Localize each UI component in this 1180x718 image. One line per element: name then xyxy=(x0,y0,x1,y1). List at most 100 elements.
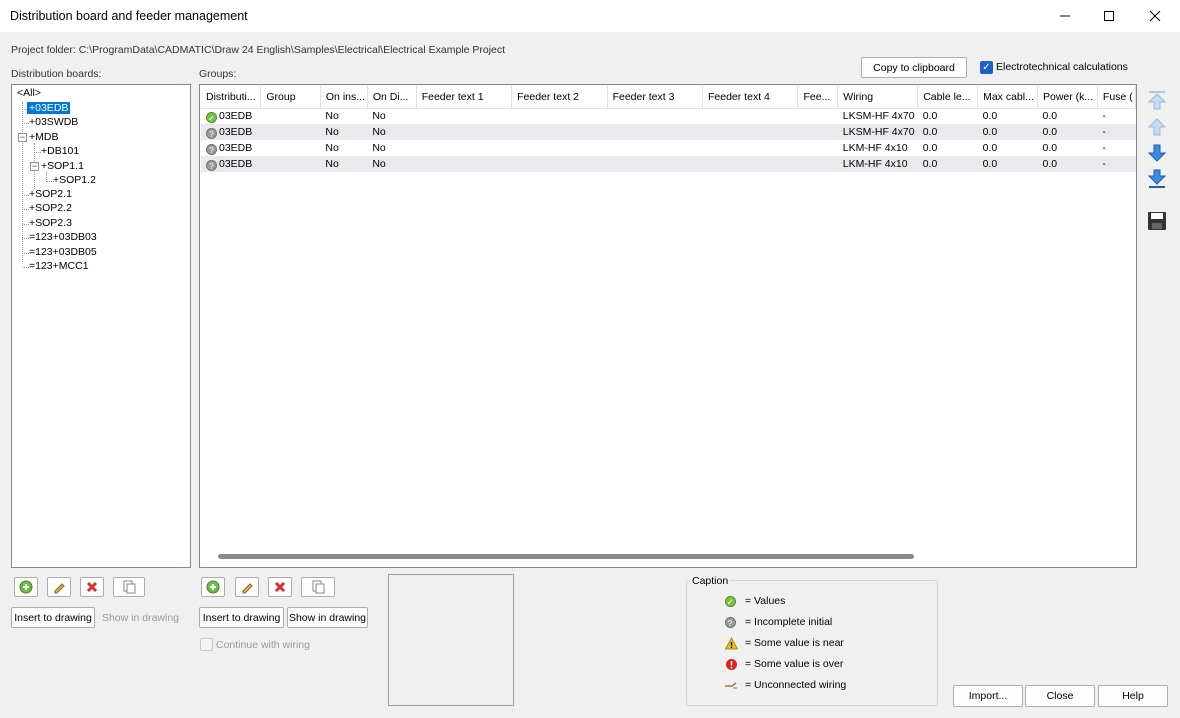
cell-on-di: No xyxy=(367,156,417,172)
column-header[interactable]: Fuse ( xyxy=(1097,86,1136,109)
move-bottom-button[interactable] xyxy=(1145,167,1169,191)
distribution-board-tree[interactable]: <All> +03EDB +03SWDB − +MDB +DB101 − +SO… xyxy=(11,84,191,568)
cell-cable-length: 0.0 xyxy=(917,124,978,140)
caption-over-row: = Some value is over xyxy=(724,656,843,672)
tree-item-db101[interactable]: +DB101 xyxy=(41,145,79,157)
table-row[interactable]: ✓ 03EDB No No LKSM-HF 4x70 0.0 0.0 0.0 - xyxy=(201,108,1136,124)
add-icon xyxy=(19,580,33,594)
tree-item-03swdb[interactable]: +03SWDB xyxy=(29,116,78,128)
cell-on-di: No xyxy=(367,124,417,140)
column-header[interactable]: Fee... xyxy=(797,86,839,109)
tree-item-sop23[interactable]: +SOP2.3 xyxy=(29,217,72,229)
help-button[interactable]: Help xyxy=(1098,685,1168,707)
column-header[interactable]: Feeder text 3 xyxy=(607,86,704,109)
error-icon xyxy=(725,658,737,670)
caption-incomplete-text: = Incomplete initial xyxy=(745,616,833,628)
cell-on-ins: No xyxy=(325,110,339,123)
board-insert-to-drawing-button[interactable]: Insert to drawing xyxy=(11,607,95,628)
save-icon xyxy=(1148,212,1166,230)
groups-label: Groups: xyxy=(199,68,237,80)
cell-distribution: 03EDB xyxy=(219,141,253,154)
column-header[interactable]: Feeder text 2 xyxy=(511,86,608,109)
column-header[interactable]: Cable le... xyxy=(917,86,979,109)
incomplete-status-icon: ? xyxy=(206,143,217,155)
copy-to-clipboard-button[interactable]: Copy to clipboard xyxy=(861,57,967,78)
continue-with-wiring-checkbox[interactable] xyxy=(200,638,213,651)
caption-values-row: ✓ = Values xyxy=(724,593,785,609)
group-show-in-drawing-button[interactable]: Show in drawing xyxy=(287,607,368,628)
project-folder-label: Project folder: C:\ProgramData\CADMATIC\… xyxy=(11,44,506,56)
cell-max-cable: 0.0 xyxy=(982,110,998,123)
column-header[interactable]: Wiring xyxy=(837,86,919,109)
column-header[interactable]: On Di... xyxy=(367,86,417,109)
group-insert-to-drawing-button[interactable]: Insert to drawing xyxy=(199,607,284,628)
edit-board-button[interactable] xyxy=(47,577,71,597)
tree-item-sop12[interactable]: +SOP1.2 xyxy=(53,174,96,186)
tree-item-sop11[interactable]: +SOP1.1 xyxy=(41,160,84,172)
tree-item-all[interactable]: <All> xyxy=(17,87,41,99)
board-show-in-drawing-button[interactable]: Show in drawing xyxy=(98,607,183,628)
cell-group xyxy=(261,108,321,124)
save-button[interactable] xyxy=(1145,209,1169,233)
add-board-button[interactable] xyxy=(14,577,38,597)
electrotechnical-calculations-label: Electrotechnical calculations xyxy=(996,61,1128,73)
cell-on-di: No xyxy=(372,110,386,123)
copy-icon xyxy=(312,580,325,594)
table-row[interactable]: ? 03EDB No No LKSM-HF 4x70 0.0 0.0 0.0 - xyxy=(201,124,1136,140)
column-header[interactable]: Max cabl... xyxy=(977,86,1038,109)
cell-distribution: 03EDB xyxy=(219,157,253,170)
minimize-button[interactable] xyxy=(1042,0,1088,32)
close-window-button[interactable] xyxy=(1132,0,1178,32)
horizontal-scrollbar[interactable] xyxy=(218,554,914,559)
cell-max-cable: 0.0 xyxy=(977,124,1038,140)
move-up-button[interactable] xyxy=(1145,115,1169,139)
cell-on-di: No xyxy=(372,142,386,154)
move-top-button[interactable] xyxy=(1145,88,1169,112)
groups-grid[interactable]: Distributi... Group On ins... On Di... F… xyxy=(199,84,1137,568)
copy-board-button[interactable] xyxy=(113,577,145,597)
edit-group-button[interactable] xyxy=(235,577,259,597)
tree-item-123-03db03[interactable]: =123+03DB03 xyxy=(29,231,97,243)
electrotechnical-calculations-checkbox[interactable]: ✓ xyxy=(980,61,993,74)
maximize-button[interactable] xyxy=(1086,0,1132,32)
tree-item-03edb[interactable]: +03EDB xyxy=(27,102,71,114)
add-group-button[interactable] xyxy=(201,577,225,597)
collapse-sop11-toggle[interactable]: − xyxy=(30,162,39,171)
collapse-mdb-toggle[interactable]: − xyxy=(18,133,27,142)
continue-with-wiring-label: Continue with wiring xyxy=(216,639,310,651)
column-header[interactable]: Power (k... xyxy=(1037,86,1098,109)
column-header[interactable]: Group xyxy=(260,86,321,109)
cell-wiring: LKSM-HF 4x70 xyxy=(837,124,918,140)
cell-group xyxy=(260,124,321,140)
column-header[interactable]: Feeder text 1 xyxy=(416,86,513,109)
copy-group-button[interactable] xyxy=(301,577,335,597)
move-down-button[interactable] xyxy=(1145,141,1169,165)
grid-header-row: Distributi... Group On ins... On Di... F… xyxy=(201,86,1136,109)
tree-item-mdb[interactable]: +MDB xyxy=(29,131,58,143)
preview-panel xyxy=(388,574,514,706)
column-header[interactable]: On ins... xyxy=(320,86,368,109)
tree-item-123-03db05[interactable]: =123+03DB05 xyxy=(29,246,97,258)
column-header[interactable]: Distributi... xyxy=(201,86,262,109)
tree-item-123-mcc1[interactable]: =123+MCC1 xyxy=(29,260,89,272)
delete-board-button[interactable] xyxy=(80,577,104,597)
tree-item-sop21[interactable]: +SOP2.1 xyxy=(29,188,72,200)
column-header[interactable]: Feeder text 4 xyxy=(702,86,799,109)
cell-cable-length: 0.0 xyxy=(922,110,938,123)
close-button[interactable]: Close xyxy=(1025,685,1095,707)
groups-table: Distributi... Group On ins... On Di... F… xyxy=(201,86,1136,172)
import-button[interactable]: Import... xyxy=(953,685,1023,707)
cell-on-ins: No xyxy=(320,156,368,172)
tree-item-sop22[interactable]: +SOP2.2 xyxy=(29,202,72,214)
cell-distribution: 03EDB xyxy=(219,125,253,138)
values-status-icon: ✓ xyxy=(206,111,217,123)
move-top-icon xyxy=(1147,91,1167,110)
caption-unconnected-text: = Unconnected wiring xyxy=(745,679,847,691)
table-row[interactable]: ? 03EDB No No LKM-HF 4x10 0.0 0.0 0.0 - xyxy=(201,140,1136,156)
cell-distribution: 03EDB xyxy=(219,109,253,122)
delete-group-button[interactable] xyxy=(268,577,292,597)
move-down-icon xyxy=(1147,144,1167,162)
cell-on-ins: No xyxy=(320,124,368,140)
delete-icon xyxy=(86,581,98,593)
table-row[interactable]: ? 03EDB No No LKM-HF 4x10 0.0 0.0 0.0 - xyxy=(201,156,1136,172)
